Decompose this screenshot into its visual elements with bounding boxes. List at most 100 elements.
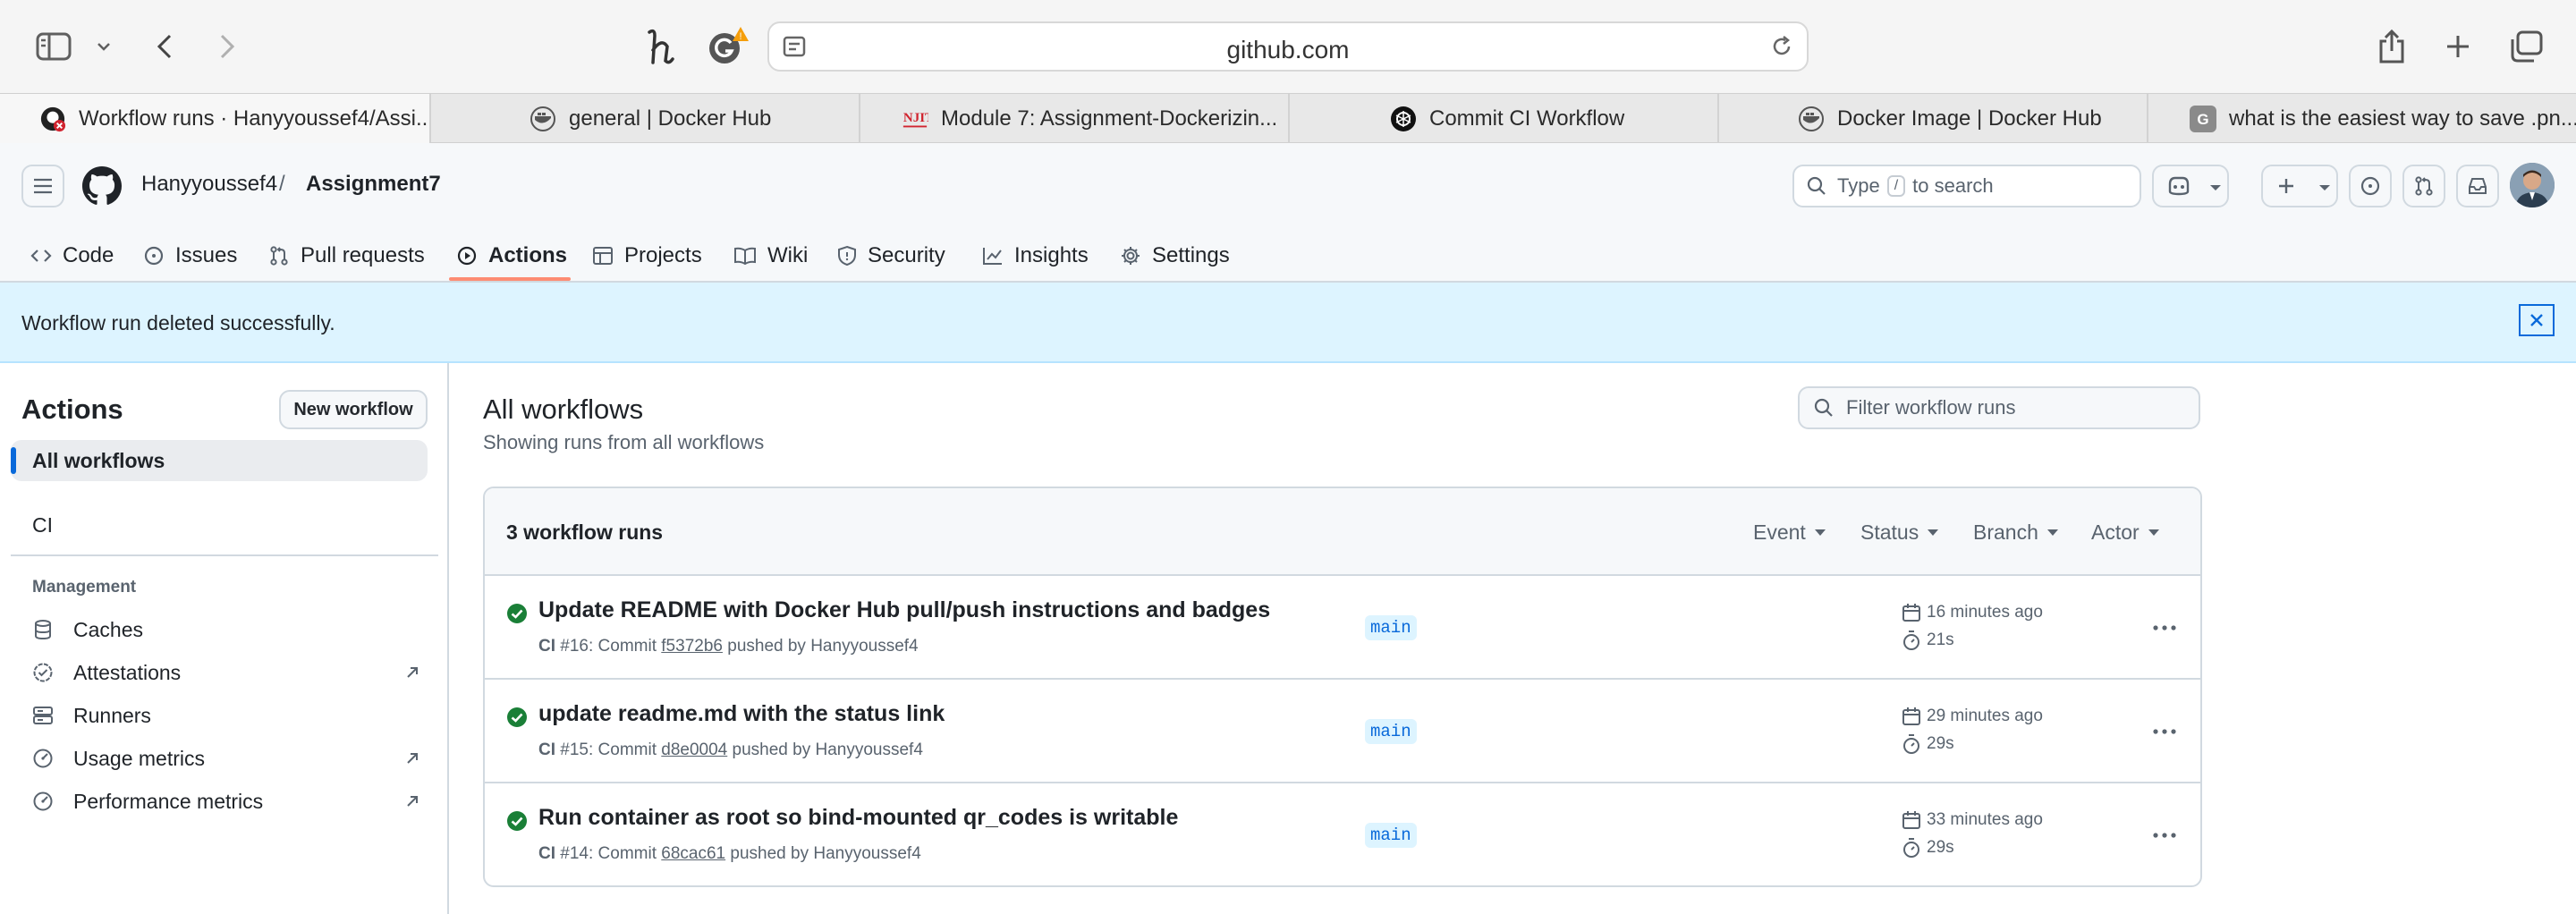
calendar-icon	[1902, 603, 1927, 622]
tab-actions[interactable]: Actions	[456, 234, 567, 277]
chevron-down-icon[interactable]	[2318, 184, 2331, 192]
browser-tab[interactable]: NJIT Module 7: Assignment-Dockerizin...	[860, 94, 1290, 144]
page-title: All workflows	[483, 394, 644, 425]
kebab-menu-icon[interactable]	[2147, 715, 2182, 748]
sidebar-item-runners[interactable]: Runners	[32, 698, 419, 733]
branch-label[interactable]: main	[1365, 719, 1417, 744]
tab-settings[interactable]: Settings	[1120, 234, 1230, 277]
grammarly-icon[interactable]: !	[707, 27, 750, 66]
commit-sha-link[interactable]: 68cac61	[661, 844, 725, 863]
run-time-ago: 33 minutes ago	[1902, 810, 2043, 830]
search-input[interactable]: Type / to search	[1792, 165, 2141, 207]
stopwatch-icon	[1902, 733, 1927, 755]
create-new-button[interactable]	[2261, 165, 2338, 207]
table-row: Run container as root so bind-mounted qr…	[485, 783, 2200, 885]
commit-sha-link[interactable]: d8e0004	[661, 741, 727, 759]
pull-requests-icon[interactable]	[2402, 165, 2445, 207]
run-title-link[interactable]: Update README with Docker Hub pull/push …	[538, 597, 1270, 623]
sidebar-item-ci[interactable]: CI	[11, 504, 428, 546]
verified-icon	[32, 662, 55, 683]
tab-projects[interactable]: Projects	[592, 234, 702, 277]
code-icon	[30, 247, 63, 265]
branch-label[interactable]: main	[1365, 615, 1417, 640]
active-tab-underline	[449, 277, 571, 281]
new-tab-icon[interactable]	[2440, 29, 2476, 64]
sidebar-item-performance-metrics[interactable]: Performance metrics	[32, 783, 419, 819]
kebab-menu-icon[interactable]	[2147, 612, 2182, 644]
run-duration: 29s	[1902, 837, 1954, 859]
tab-security[interactable]: Security	[837, 234, 945, 277]
search-prefix: Type	[1837, 174, 1880, 197]
tab-label: Workflow runs · Hanyyoussef4/Assi...	[79, 106, 431, 131]
back-icon[interactable]	[150, 29, 179, 64]
page-subtitle: Showing runs from all workflows	[483, 431, 765, 453]
graph-icon	[982, 246, 1014, 266]
calendar-icon	[1902, 810, 1927, 830]
plus-icon	[2277, 177, 2295, 195]
breadcrumb-owner[interactable]: Hanyyoussef4	[141, 172, 277, 197]
book-icon	[733, 246, 767, 266]
browser-tab[interactable]: Docker Image | Docker Hub	[1719, 94, 2148, 144]
play-icon	[456, 245, 488, 267]
inbox-icon[interactable]	[2456, 165, 2499, 207]
flash-banner: Workflow run deleted successfully.	[0, 283, 2576, 363]
sidebar-item-attestations[interactable]: Attestations	[32, 655, 419, 690]
issues-icon[interactable]	[2349, 165, 2392, 207]
browser-tab[interactable]: Commit CI Workflow	[1290, 94, 1719, 144]
event-filter-dropdown[interactable]: Event	[1753, 520, 1826, 545]
sidebar-toggle-icon[interactable]	[32, 27, 75, 66]
menu-icon[interactable]	[21, 165, 64, 207]
run-meta: CI #16: Commit f5372b6 pushed by Hanyyou…	[538, 637, 919, 656]
avatar[interactable]	[2510, 163, 2555, 207]
divider	[11, 554, 438, 556]
filter-workflow-runs-input[interactable]: Filter workflow runs	[1798, 386, 2200, 429]
run-title-link[interactable]: update readme.md with the status link	[538, 701, 945, 727]
tab-issues[interactable]: Issues	[143, 234, 237, 277]
caret-down-icon	[1928, 529, 1939, 536]
database-icon	[32, 619, 55, 640]
browser-tab[interactable]: Workflow runs · Hanyyoussef4/Assi...	[0, 94, 431, 144]
github-logo-icon[interactable]	[82, 166, 122, 206]
chevron-down-icon[interactable]	[2209, 184, 2222, 192]
runs-list-header: 3 workflow runs Event Status Branch Acto…	[485, 488, 2200, 576]
table-row: update readme.md with the status link CI…	[485, 680, 2200, 783]
honey-extension-icon[interactable]	[640, 25, 680, 68]
server-icon	[32, 706, 55, 725]
status-filter-dropdown[interactable]: Status	[1860, 520, 1939, 545]
tab-overview-icon[interactable]	[2506, 27, 2546, 66]
branch-label[interactable]: main	[1365, 823, 1417, 848]
table-row: Update README with Docker Hub pull/push …	[485, 576, 2200, 680]
tab-insights[interactable]: Insights	[982, 234, 1089, 277]
tab-wiki[interactable]: Wiki	[733, 234, 808, 277]
close-icon[interactable]	[2519, 304, 2555, 336]
run-duration: 21s	[1902, 630, 1954, 651]
reload-icon[interactable]	[1769, 34, 1794, 59]
tab-label: Commit CI Workflow	[1429, 106, 1625, 131]
shield-icon	[837, 245, 868, 267]
sidebar-item-caches[interactable]: Caches	[32, 612, 419, 647]
sidebar-item-all-workflows[interactable]: All workflows	[11, 440, 428, 481]
breadcrumb-repo[interactable]: Assignment7	[306, 172, 441, 197]
svg-text:G: G	[2197, 111, 2208, 128]
kebab-menu-icon[interactable]	[2147, 819, 2182, 851]
actor-filter-dropdown[interactable]: Actor	[2091, 520, 2159, 545]
browser-tab-strip: Workflow runs · Hanyyoussef4/Assi... gen…	[0, 93, 2576, 144]
svg-text:NJIT: NJIT	[903, 111, 928, 125]
caret-down-icon	[2148, 529, 2159, 536]
branch-filter-dropdown[interactable]: Branch	[1973, 520, 2058, 545]
new-workflow-button[interactable]: New workflow	[279, 390, 428, 429]
run-title-link[interactable]: Run container as root so bind-mounted qr…	[538, 805, 1178, 831]
browser-tab[interactable]: G what is the easiest way to save .pn...	[2148, 94, 2576, 144]
forward-icon[interactable]	[213, 29, 242, 64]
tab-code[interactable]: Code	[30, 234, 114, 277]
table-icon	[592, 246, 624, 266]
copilot-button[interactable]	[2152, 165, 2229, 207]
address-bar[interactable]: github.com	[767, 21, 1809, 72]
browser-tab[interactable]: general | Docker Hub	[431, 94, 860, 144]
share-icon[interactable]	[2374, 25, 2410, 68]
chevron-down-icon[interactable]	[93, 36, 114, 57]
commit-sha-link[interactable]: f5372b6	[661, 637, 723, 656]
tab-pull-requests[interactable]: Pull requests	[268, 234, 425, 277]
sidebar-item-usage-metrics[interactable]: Usage metrics	[32, 741, 419, 776]
tab-label: general | Docker Hub	[569, 106, 772, 131]
